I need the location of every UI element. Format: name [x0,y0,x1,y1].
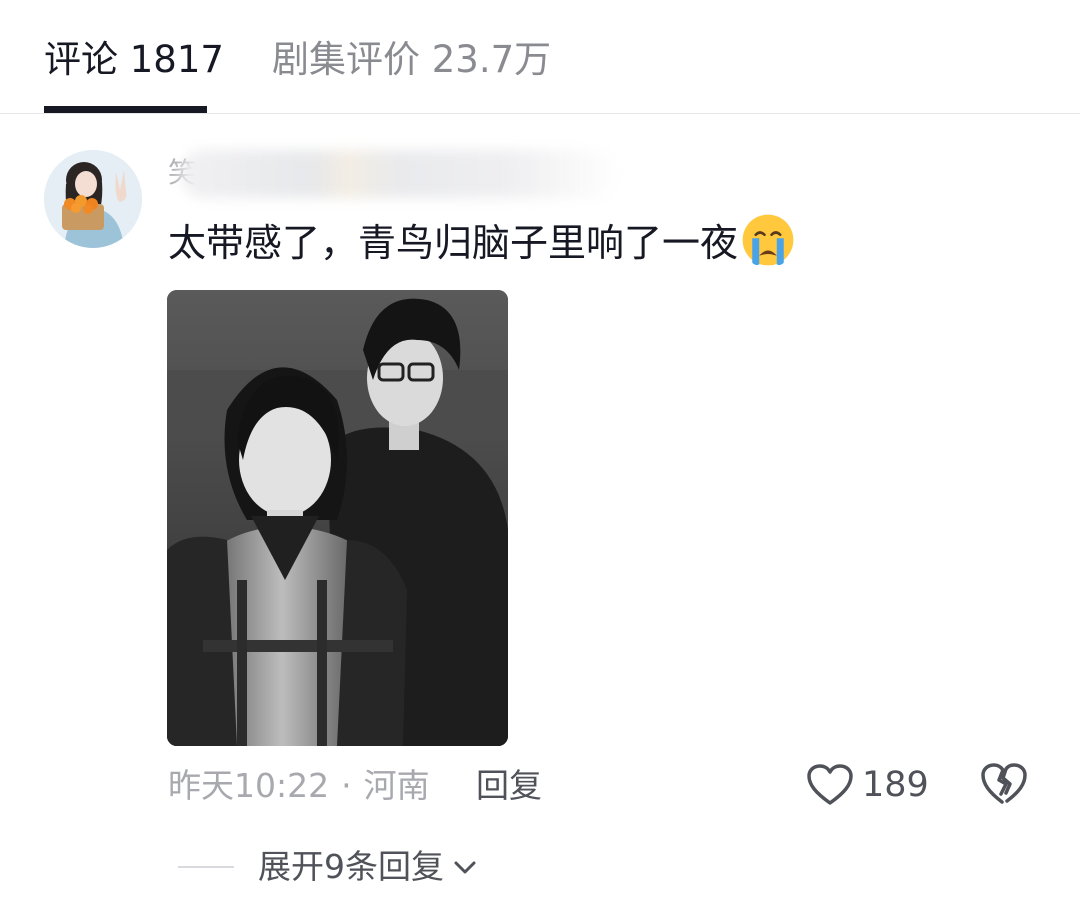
username-redaction [180,150,620,198]
comment-time: 昨天10:22 [168,766,330,805]
comment-image[interactable] [167,290,508,746]
avatar[interactable] [44,150,142,248]
tab-series-reviews[interactable]: 剧集评价 23.7万 [272,34,551,86]
comment-meta: 昨天10:22 · 河南 [168,764,430,808]
divider [0,113,1080,114]
heart-outline-icon[interactable] [806,763,854,807]
expand-replies-button[interactable]: 展开9条回复 [258,844,478,890]
comment-screen: 评论 1817 剧集评价 23.7万 笑 太带感了，青鸟归脑子里响了一夜 [0,0,1080,902]
tab-bar: 评论 1817 剧集评价 23.7万 [0,0,1080,113]
expand-replies-label: 展开9条回复 [258,847,444,886]
comment-text: 太带感了，青鸟归脑子里响了一夜 [168,212,796,273]
meta-separator: · [341,766,352,805]
tab-comments[interactable]: 评论 1817 [44,34,224,86]
broken-heart-icon[interactable] [980,762,1028,808]
crying-face-icon [742,214,794,266]
comment-body: 太带感了，青鸟归脑子里响了一夜 [168,221,739,265]
like-count: 189 [862,765,929,805]
avatar-image [44,150,142,248]
chevron-down-icon [454,861,476,874]
active-tab-indicator [44,106,207,113]
like-button[interactable]: 189 [806,760,929,810]
comment-location: 河南 [363,766,430,805]
reply-button[interactable]: 回复 [476,764,542,808]
couple-photo [167,290,508,746]
expand-divider [178,866,234,868]
